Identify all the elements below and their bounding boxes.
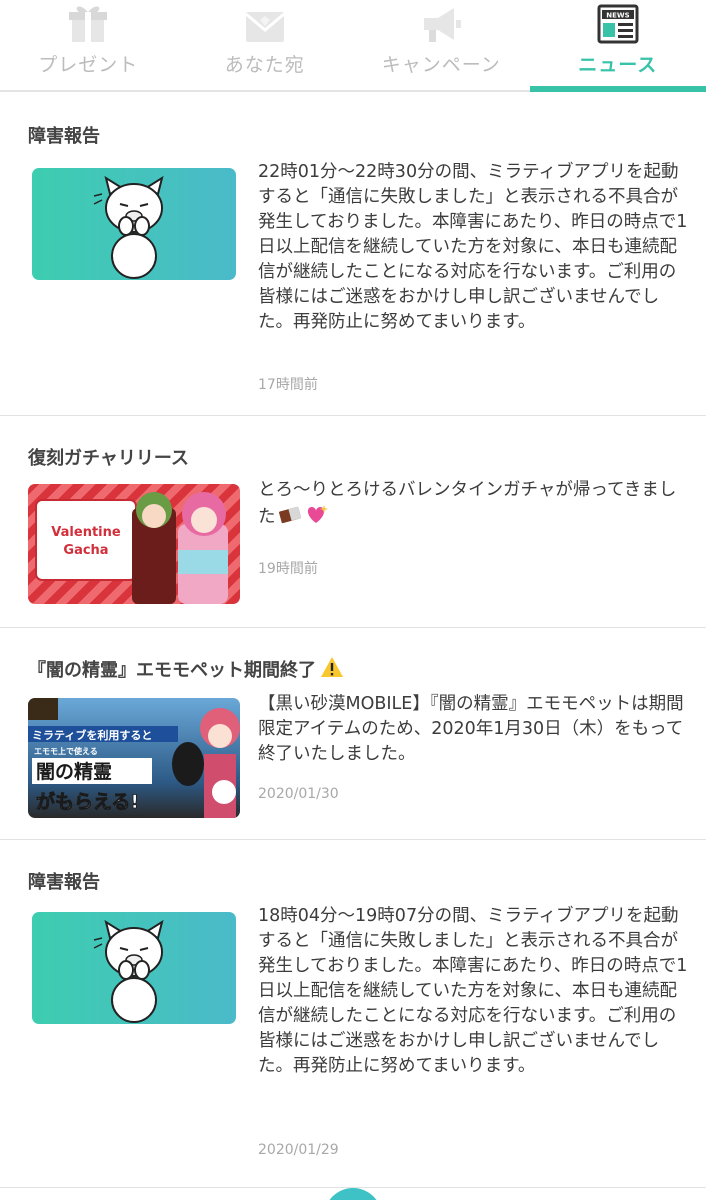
dog-mascot-thumbnail[interactable]: [32, 168, 236, 280]
news-date: 2020/01/30: [258, 786, 339, 802]
sparkle-heart-icon: [307, 505, 328, 523]
dark-spirit-banner[interactable]: ミラティブを利用すると エモモ上で使える 闇の精霊 がもらえる!: [28, 698, 240, 818]
banner-line-3: 闇の精霊: [36, 760, 112, 783]
tab-for-you[interactable]: あなた宛: [177, 0, 354, 90]
news-title: 復刻ガチャリリース: [28, 448, 189, 469]
valentine-banner-art: Valentine Gacha: [35, 492, 228, 604]
news-date: 19時間前: [258, 561, 318, 577]
dog-mascot-thumbnail[interactable]: [32, 912, 236, 1024]
tab-for-you-label: あなた宛: [224, 54, 305, 76]
tab-news[interactable]: NEWS ニュース: [529, 0, 706, 92]
news-title: 障害報告: [28, 872, 100, 893]
banner-line-1: ミラティブを利用すると: [32, 728, 152, 742]
news-item[interactable]: 障害報告 22時01分～22時30分の間、ミラティブアプリを起動すると「通信に失…: [0, 94, 706, 416]
banner-line-4: がもらえる!: [36, 790, 139, 813]
news-body: 22時01分～22時30分の間、ミラティブアプリを起動すると「通信に失敗しました…: [258, 162, 688, 332]
news-body: 18時04分～19時07分の間、ミラティブアプリを起動すると「通信に失敗しました…: [258, 906, 688, 1076]
tab-news-label: ニュース: [578, 54, 658, 76]
chocolate-icon: [278, 506, 301, 524]
news-title-text: 『闇の精霊』エモモペット期間終了: [28, 660, 316, 681]
news-date: 17時間前: [258, 377, 318, 393]
news-list: 障害報告 22時01分～22時30分の間、ミラティブアプリを起動すると「通信に失…: [0, 94, 706, 1188]
news-item[interactable]: 『闇の精霊』エモモペット期間終了 ミラティブを利用すると エモモ上で使える 闇の…: [0, 628, 706, 840]
valentine-gacha-banner[interactable]: Valentine Gacha: [28, 484, 240, 604]
active-tab-indicator: [529, 86, 706, 92]
news-title: 『闇の精霊』エモモペット期間終了: [28, 656, 344, 682]
tab-campaign-label: キャンペーン: [381, 54, 501, 76]
tab-bar: プレゼント あなた宛 キャンペーン NEWS ニュース: [0, 0, 706, 92]
dog-mascot-image: [93, 175, 164, 279]
newspaper-icon: NEWS: [597, 4, 639, 44]
dog-mascot-image: [93, 919, 164, 1023]
news-body: 【黒い砂漠MOBILE】『闇の精霊』エモモペットは期間限定アイテムのため、202…: [258, 694, 684, 764]
news-item[interactable]: 復刻ガチャリリース Valentine Gacha とろ～りとろけるバレンタイン…: [0, 416, 706, 628]
megaphone-icon: [424, 8, 462, 42]
svg-text:Gacha: Gacha: [63, 543, 108, 558]
svg-text:Valentine: Valentine: [51, 525, 121, 540]
dark-spirit-banner-art: ミラティブを利用すると エモモ上で使える 闇の精霊 がもらえる!: [28, 698, 240, 818]
news-badge-text: NEWS: [606, 12, 629, 20]
news-title: 障害報告: [28, 126, 100, 147]
envelope-icon: [244, 12, 285, 42]
gift-icon: [69, 6, 108, 42]
tab-present-label: プレゼント: [38, 54, 139, 76]
tab-present[interactable]: プレゼント: [0, 0, 177, 90]
news-body: とろ～りとろけるバレンタインガチャが帰ってきました: [258, 478, 688, 530]
tab-campaign[interactable]: キャンペーン: [353, 0, 530, 90]
warning-icon: [321, 657, 343, 677]
news-date: 2020/01/29: [258, 1142, 339, 1158]
floating-action-button[interactable]: [324, 1188, 382, 1200]
news-item[interactable]: 障害報告 18時04分～19時07分の間、ミラティブアプリを起動すると「通信に失…: [0, 840, 706, 1188]
banner-line-2: エモモ上で使える: [34, 746, 98, 756]
